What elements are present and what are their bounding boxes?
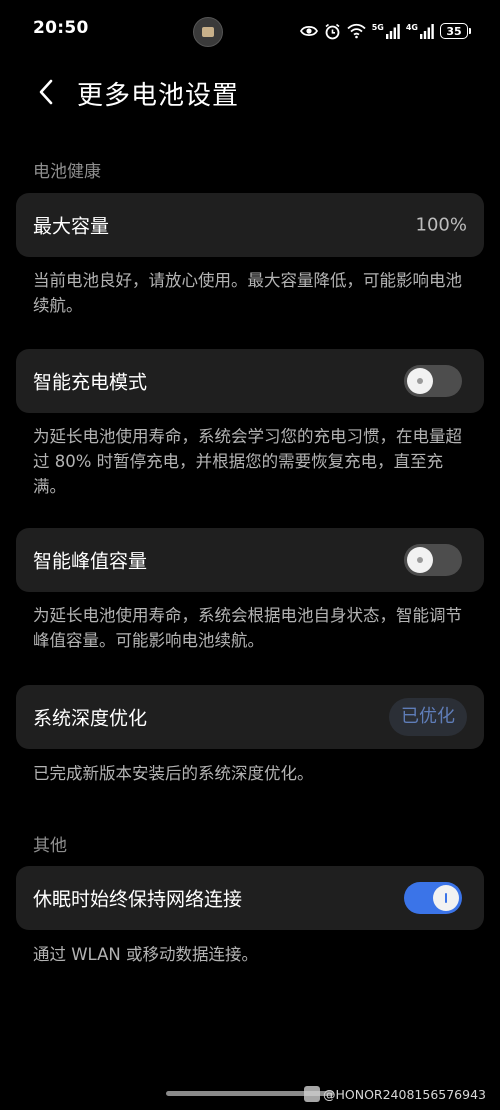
keep-network-toggle[interactable]: [404, 882, 462, 914]
status-time: 20:50: [33, 18, 89, 38]
peak-capacity-toggle[interactable]: [404, 544, 462, 576]
max-capacity-value: 100%: [415, 214, 467, 236]
header: 更多电池设置: [0, 62, 500, 122]
eye-icon: [299, 25, 318, 37]
keep-network-label: 休眠时始终保持网络连接: [33, 888, 243, 911]
toggle-knob: [433, 885, 459, 911]
optimized-badge: 已优化: [389, 698, 467, 736]
watermark-text: @HONOR2408156576943: [322, 1086, 486, 1102]
wifi-icon: [347, 23, 366, 39]
back-button[interactable]: [30, 76, 62, 108]
signal-4g-icon: [420, 24, 434, 39]
app-notification-icon: [193, 17, 223, 47]
alarm-icon: [325, 23, 340, 39]
peak-capacity-label: 智能峰值容量: [33, 550, 148, 573]
deep-optimize-label: 系统深度优化: [33, 707, 148, 730]
net-5g-label: 5G: [371, 22, 384, 32]
net-4g-label: 4G: [405, 22, 418, 32]
watermark-logo-icon: [303, 1086, 320, 1102]
page-title: 更多电池设置: [77, 81, 240, 111]
section-label-other: 其他: [33, 836, 67, 856]
max-capacity-label: 最大容量: [33, 215, 110, 238]
max-capacity-row[interactable]: 最大容量 100%: [16, 193, 484, 257]
smart-charge-toggle[interactable]: [404, 365, 462, 397]
watermark: @HONOR2408156576943: [303, 1086, 486, 1102]
deep-optimize-description: 已完成新版本安装后的系统深度优化。: [33, 764, 314, 783]
toggle-knob: [407, 368, 433, 394]
status-bar: 20:50 5G 4G 35: [0, 0, 500, 62]
smart-charge-description: 为延长电池使用寿命，系统会学习您的充电习惯，在电量超过 80% 时暂停充电，并根…: [33, 427, 462, 496]
smart-charge-row[interactable]: 智能充电模式: [16, 349, 484, 413]
deep-optimize-row[interactable]: 系统深度优化 已优化: [16, 685, 484, 749]
chevron-left-icon: [39, 79, 53, 105]
keep-network-row[interactable]: 休眠时始终保持网络连接: [16, 866, 484, 930]
toggle-knob: [407, 547, 433, 573]
peak-capacity-description: 为延长电池使用寿命，系统会根据电池自身状态，智能调节峰值容量。可能影响电池续航。: [33, 606, 462, 650]
status-icons: 5G 4G 35: [299, 20, 471, 42]
smart-charge-label: 智能充电模式: [33, 371, 148, 394]
section-label-battery-health: 电池健康: [33, 162, 101, 182]
signal-5g-icon: [385, 24, 400, 39]
peak-capacity-row[interactable]: 智能峰值容量: [16, 528, 484, 592]
battery-icon: 35: [440, 23, 471, 39]
keep-network-description: 通过 WLAN 或移动数据连接。: [33, 945, 259, 964]
max-capacity-description: 当前电池良好，请放心使用。最大容量降低，可能影响电池续航。: [33, 271, 462, 315]
